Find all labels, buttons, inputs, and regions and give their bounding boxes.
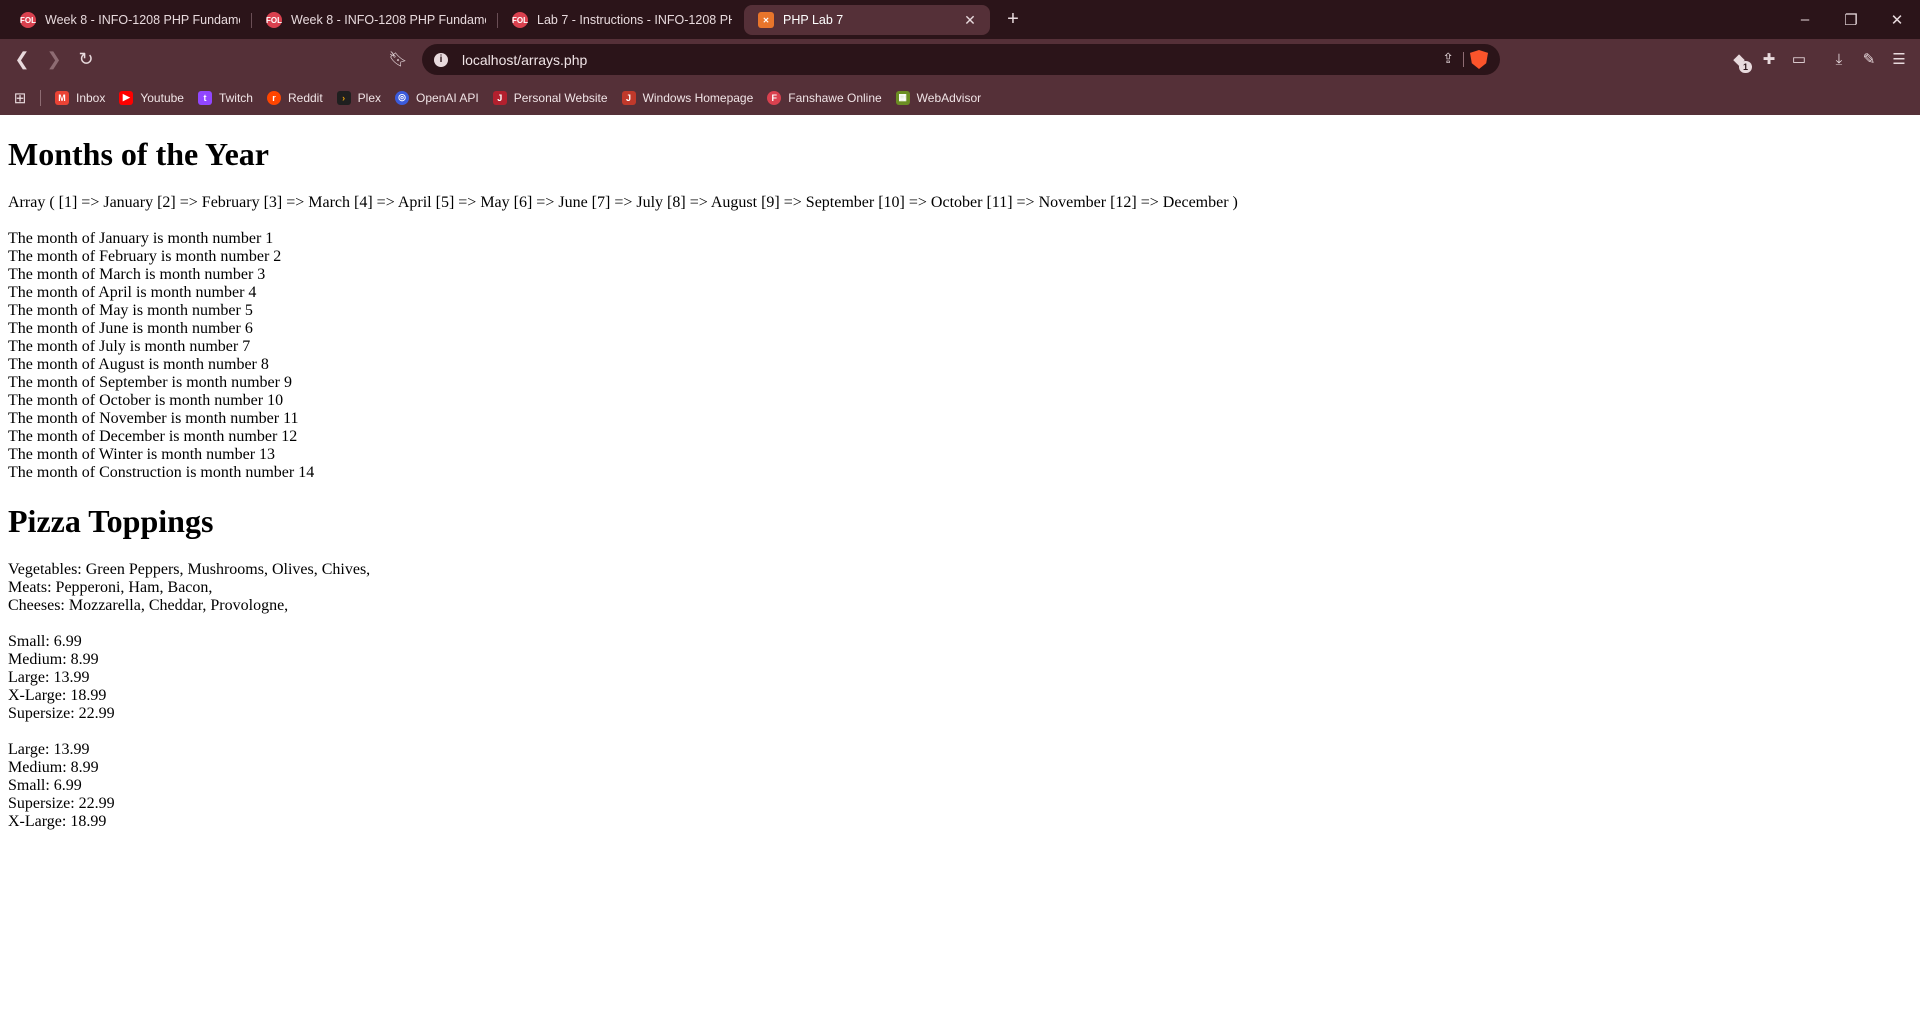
openai-icon: ◎	[395, 90, 410, 105]
month-line: The month of Winter is month number 13	[8, 446, 276, 463]
site-info-icon[interactable]: i	[434, 52, 448, 67]
tab-title: PHP Lab 7	[783, 13, 844, 27]
downloads-icon[interactable]: ⤓	[1824, 45, 1854, 73]
size-price-line: Large: 13.99	[8, 669, 90, 686]
windows-icon: J	[621, 90, 636, 105]
sizes-sorted-list: Large: 13.99 Medium: 8.99 Small: 6.99 Su…	[8, 741, 1912, 831]
size-price-line: Supersize: 22.99	[8, 795, 115, 812]
bookmark-windows-homepage[interactable]: J Windows Homepage	[616, 86, 760, 110]
forward-arrow-icon[interactable]: ❯	[40, 46, 68, 74]
browser-tab-2[interactable]: FOL Week 8 - INFO-1208 PHP Fundament	[252, 5, 498, 35]
close-tab-icon[interactable]: ✕	[962, 12, 978, 29]
reddit-icon: r	[266, 90, 281, 105]
tab-bar: FOL Week 8 - INFO-1208 PHP Fundament FOL…	[0, 0, 1920, 39]
month-list: The month of January is month number 1 T…	[8, 230, 1912, 482]
size-price-line: Medium: 8.99	[8, 759, 99, 776]
browser-tab-3[interactable]: FOL Lab 7 - Instructions - INFO-1208 PHP	[498, 5, 744, 35]
share-icon[interactable]: ⇪	[1442, 50, 1454, 67]
webadvisor-icon: ▦	[895, 90, 910, 105]
month-line: The month of February is month number 2	[8, 248, 282, 265]
plex-icon: ›	[336, 90, 351, 105]
sizes-list: Small: 6.99 Medium: 8.99 Large: 13.99 X-…	[8, 633, 1912, 723]
bookmark-reddit[interactable]: r Reddit	[261, 86, 329, 110]
month-line: The month of August is month number 8	[8, 356, 269, 373]
size-price-line: X-Large: 18.99	[8, 687, 107, 704]
bookmark-youtube[interactable]: ▶ Youtube	[113, 86, 190, 110]
address-bar[interactable]: i localhost/arrays.php ⇪	[422, 44, 1500, 75]
bookmark-plex[interactable]: › Plex	[331, 86, 387, 110]
toppings-line: Cheeses: Mozzarella, Cheddar, Provologne…	[8, 597, 289, 614]
bookmark-page-icon[interactable]: 🔖︎	[384, 45, 412, 73]
size-price-line: X-Large: 18.99	[8, 813, 107, 830]
months-array-dump: Array ( [1] => January [2] => February […	[8, 194, 1238, 211]
fanshawe-icon: F	[767, 90, 782, 105]
month-line: The month of July is month number 7	[8, 338, 251, 355]
bookmarks-bar: ⊞ M Inbox ▶ Youtube t Twitch r Reddit › Plex …	[0, 80, 1920, 115]
tab-title: Week 8 - INFO-1208 PHP Fundament	[45, 13, 240, 27]
apps-grid-icon[interactable]: ⊞	[8, 86, 32, 110]
url-text[interactable]: localhost/arrays.php	[462, 52, 587, 68]
month-line: The month of January is month number 1	[8, 230, 274, 247]
bookmark-inbox[interactable]: M Inbox	[49, 86, 111, 110]
month-line: The month of Construction is month numbe…	[8, 464, 315, 481]
xampp-favicon-icon: ✕	[758, 12, 774, 28]
minimize-button[interactable]: –	[1782, 0, 1828, 39]
tab-title: Week 8 - INFO-1208 PHP Fundament	[291, 13, 486, 27]
month-line: The month of June is month number 6	[8, 320, 253, 337]
month-line: The month of October is month number 10	[8, 392, 284, 409]
bookmark-webadvisor[interactable]: ▦ WebAdvisor	[890, 86, 987, 110]
sidebar-icon[interactable]: ▭	[1784, 45, 1814, 73]
toppings-list: Vegetables: Green Peppers, Mushrooms, Ol…	[8, 561, 1912, 615]
tab-title: Lab 7 - Instructions - INFO-1208 PHP	[537, 13, 732, 27]
menu-hamburger-icon[interactable]: ☰	[1884, 45, 1914, 73]
gmail-icon: M	[55, 90, 69, 105]
pizza-heading: Pizza Toppings	[8, 503, 214, 539]
month-line: The month of December is month number 12	[8, 428, 298, 445]
leo-ai-icon[interactable]: ✎	[1854, 45, 1884, 73]
bookmark-openai-api[interactable]: ◎ OpenAI API	[389, 86, 485, 110]
size-price-line: Large: 13.99	[8, 741, 90, 758]
month-line: The month of September is month number 9	[8, 374, 292, 391]
browser-toolbar: ❮ ❯ ↻ 🔖︎ i localhost/arrays.php ⇪ ◆ 1 ✚ ▭…	[0, 39, 1920, 80]
youtube-icon: ▶	[119, 90, 134, 105]
bookmarks-divider	[40, 89, 41, 106]
months-heading: Months of the Year	[8, 136, 269, 172]
fanshawe-favicon-icon: FOL	[512, 12, 528, 28]
fanshawe-favicon-icon: FOL	[266, 12, 282, 28]
brave-rewards-icon[interactable]: ◆ 1	[1724, 45, 1754, 73]
month-line: The month of November is month number 11	[8, 410, 299, 427]
page-content: Months of the Year Array ( [1] => Januar…	[0, 115, 1920, 1032]
toppings-line: Meats: Pepperoni, Ham, Bacon,	[8, 579, 213, 596]
twitch-icon: t	[197, 90, 212, 105]
rewards-badge: 1	[1738, 61, 1752, 73]
back-arrow-icon[interactable]: ❮	[8, 46, 36, 74]
month-line: The month of April is month number 4	[8, 284, 257, 301]
size-price-line: Small: 6.99	[8, 633, 82, 650]
address-divider	[1463, 52, 1464, 67]
toppings-line: Vegetables: Green Peppers, Mushrooms, Ol…	[8, 561, 371, 578]
bookmark-twitch[interactable]: t Twitch	[192, 86, 259, 110]
month-line: The month of March is month number 3	[8, 266, 266, 283]
reload-icon[interactable]: ↻	[72, 46, 100, 74]
size-price-line: Medium: 8.99	[8, 651, 99, 668]
browser-tab-active[interactable]: ✕ PHP Lab 7 ✕	[744, 5, 990, 35]
brave-shields-icon[interactable]	[1470, 50, 1488, 69]
size-price-line: Small: 6.99	[8, 777, 82, 794]
toolbar-actions: ◆ 1 ✚ ▭ ⤓ ✎ ☰	[1724, 45, 1914, 73]
fanshawe-favicon-icon: FOL	[20, 12, 36, 28]
website-icon: J	[492, 90, 507, 105]
month-line: The month of May is month number 5	[8, 302, 253, 319]
bookmark-fanshawe-online[interactable]: F Fanshawe Online	[761, 86, 887, 110]
new-tab-button[interactable]: +	[998, 5, 1028, 35]
browser-tab-1[interactable]: FOL Week 8 - INFO-1208 PHP Fundament	[6, 5, 252, 35]
extensions-puzzle-icon[interactable]: ✚	[1754, 45, 1784, 73]
bookmark-personal-website[interactable]: J Personal Website	[487, 86, 614, 110]
restore-button[interactable]: ❐	[1828, 0, 1874, 39]
window-controls: – ❐ ✕	[1782, 0, 1920, 39]
size-price-line: Supersize: 22.99	[8, 705, 115, 722]
close-window-button[interactable]: ✕	[1874, 0, 1920, 39]
